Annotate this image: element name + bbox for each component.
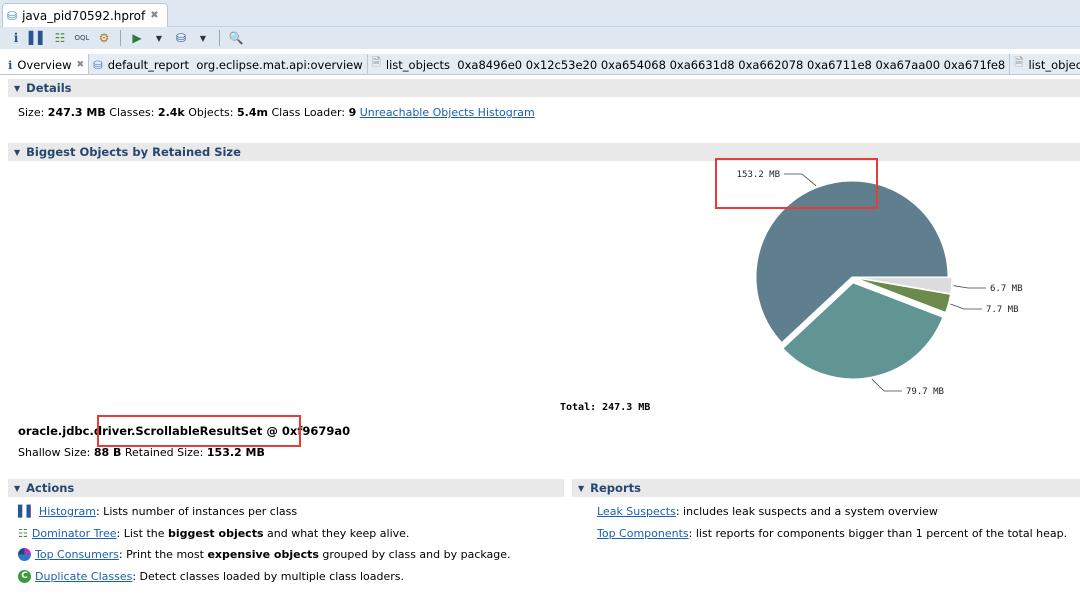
dominator-tree-icon: ☷	[18, 527, 28, 540]
section-title: Actions	[26, 481, 75, 495]
top-consumers-link[interactable]: Top Consumers	[35, 548, 119, 561]
highlight-box	[97, 415, 301, 447]
action-duplicate-classes: C Duplicate Classes: Detect classes load…	[18, 570, 404, 583]
pie-slice-label: 7.7 MB	[986, 305, 1019, 315]
duplicate-classes-icon: C	[18, 570, 31, 583]
action-top-consumers: Top Consumers: Print the most expensive …	[18, 548, 511, 561]
collapse-icon[interactable]: ▼	[578, 484, 584, 493]
action-histogram: ▌▌ Histogram: Lists number of instances …	[18, 505, 298, 518]
selected-object-sizes: Shallow Size: 88 B Retained Size: 153.2 …	[18, 446, 265, 459]
pie-slice-label: 79.7 MB	[906, 387, 944, 397]
pie-total-label: Total: 247.3 MB	[560, 402, 651, 413]
pie-slice-label: 6.7 MB	[990, 284, 1023, 294]
actions-section-header[interactable]: ▼ Actions	[8, 479, 564, 497]
top-consumers-icon	[18, 548, 31, 561]
collapse-icon[interactable]: ▼	[14, 484, 20, 493]
action-dominator-tree: ☷ Dominator Tree: List the biggest objec…	[18, 527, 410, 540]
pie-leader-line	[950, 303, 982, 310]
pie-leader-line	[871, 378, 902, 392]
report-leak-suspects: Leak Suspects: includes leak suspects an…	[597, 505, 938, 518]
retained-size-pie-chart[interactable]: 6.7 MB7.7 MB79.7 MB153.2 MB	[0, 0, 1080, 614]
reports-section-header[interactable]: ▼ Reports	[572, 479, 1080, 497]
section-title: Reports	[590, 481, 641, 495]
dominator-tree-link[interactable]: Dominator Tree	[32, 527, 117, 540]
duplicate-classes-link[interactable]: Duplicate Classes	[35, 570, 132, 583]
histogram-icon: ▌▌	[18, 505, 35, 518]
highlight-box	[715, 158, 878, 209]
top-components-link[interactable]: Top Components	[597, 527, 689, 540]
leak-suspects-link[interactable]: Leak Suspects	[597, 505, 676, 518]
histogram-link[interactable]: Histogram	[39, 505, 96, 518]
report-top-components: Top Components: list reports for compone…	[597, 527, 1068, 540]
pie-leader-line	[953, 285, 986, 289]
